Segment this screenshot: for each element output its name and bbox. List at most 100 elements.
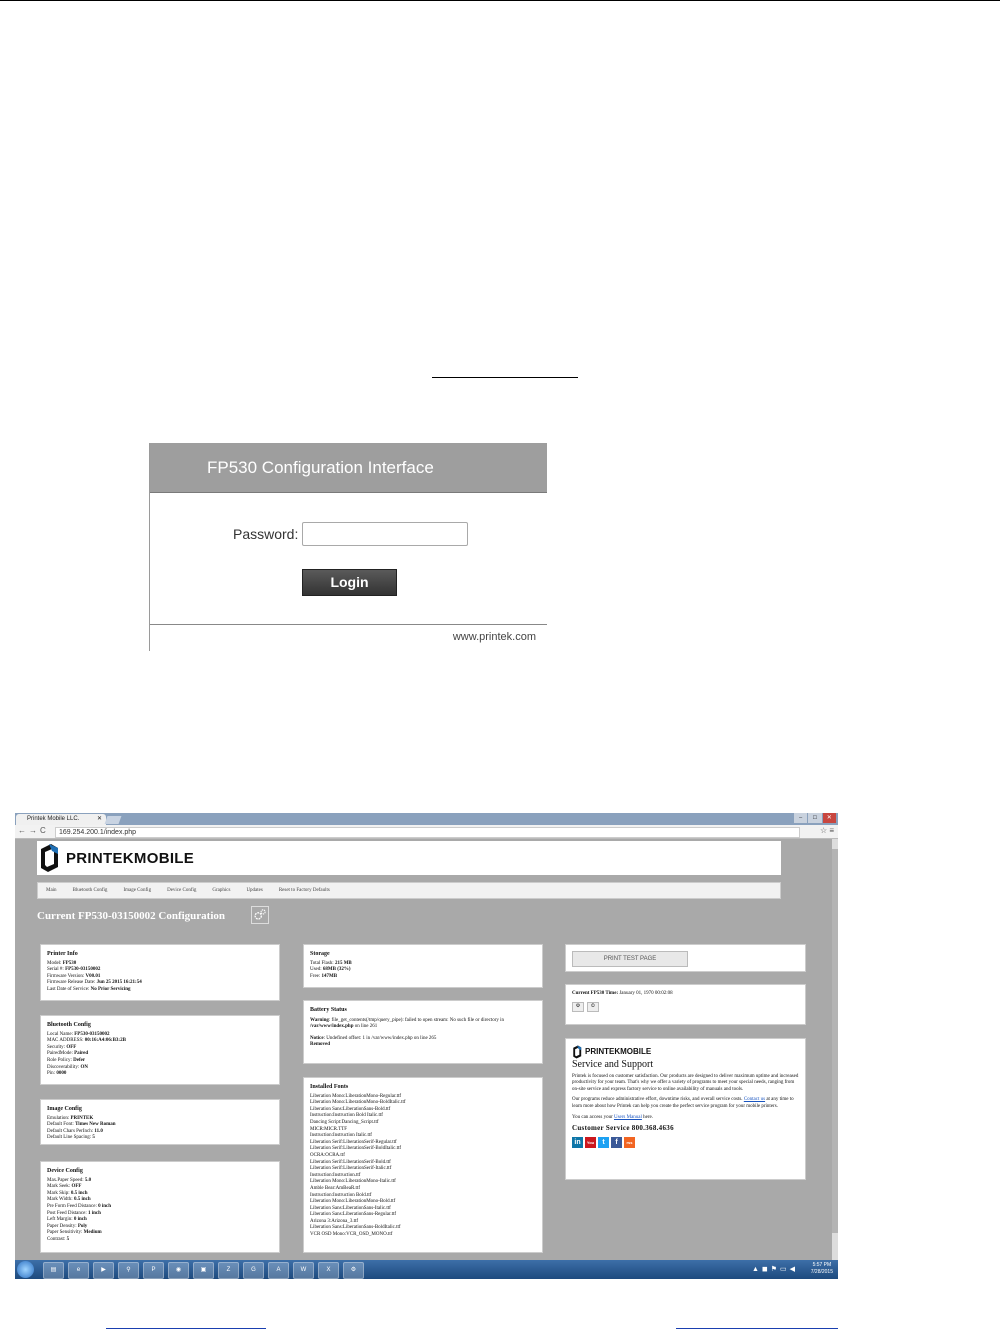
rss-icon[interactable]: rss (624, 1136, 635, 1148)
taskbar-apps: ▤ e ▶ ⚲ P ◉ ▣ Z G A W X ⚙ (43, 1262, 364, 1279)
info-row: Security: OFF (47, 1044, 77, 1050)
menu-item-image-config[interactable]: Image Config (123, 888, 151, 893)
font-list-item: Arizona 3:Arizona_3.ttf (310, 1218, 359, 1224)
contact-us-link[interactable]: Contact us (744, 1097, 765, 1102)
folder-icon[interactable]: ▣ (193, 1262, 214, 1279)
tab-title: Printek Mobile LLC. (27, 816, 80, 822)
menu-item-bluetooth-config[interactable]: Bluetooth Config (73, 888, 108, 893)
settings-icon[interactable]: ⚙ (572, 1001, 584, 1012)
font-list-item: Liberation Mono:LiberationMono-Regular.t… (310, 1093, 402, 1099)
url-field[interactable]: 169.254.200.1/index.php (55, 827, 800, 838)
print-test-page-button[interactable]: PRINT TEST PAGE (572, 951, 688, 967)
password-label: Password: (233, 526, 299, 542)
footer-site: www.printek.com (452, 631, 536, 643)
info-row: Default Line Spacing: 5 (47, 1135, 95, 1141)
printek-logo-icon (573, 1045, 582, 1059)
time-buttons: ⚙ ⏲ (572, 1001, 799, 1012)
start-button[interactable] (17, 1261, 34, 1278)
printek-logo-icon (41, 844, 58, 872)
card-title: Battery Status (310, 1007, 347, 1013)
info-row: MAC ADDRESS: 00:16:A4:06:B3:2B (47, 1038, 126, 1044)
youtube-icon[interactable]: You (585, 1136, 596, 1148)
left-link-underline (106, 1328, 266, 1329)
window-close-icon[interactable]: ✕ (822, 813, 836, 823)
menu-item-updates[interactable]: Updates (246, 888, 262, 893)
logo-text: PRINTEKMOBILE (66, 850, 195, 867)
menu-item-reset[interactable]: Reset to Factory Defaults (279, 888, 330, 893)
nav-buttons[interactable]: ←→C (18, 826, 49, 835)
taskbar: ▤ e ▶ ⚲ P ◉ ▣ Z G A W X ⚙ ▲◼⚑▭◀ 5:57 PM … (15, 1260, 838, 1279)
info-row: Emulation: PRINTEK (47, 1115, 94, 1121)
search-icon[interactable]: ⚲ (118, 1262, 139, 1279)
ie-icon[interactable]: e (68, 1262, 89, 1279)
browser-screenshot: Printek Mobile LLC. ✕ – □ ✕ ←→C 169.254.… (15, 813, 838, 1279)
battery-notice: Notice: Undefined offset: 1 in /var/www/… (310, 1035, 437, 1041)
terminal-icon[interactable]: G (243, 1262, 264, 1279)
browser-tab[interactable]: Printek Mobile LLC. ✕ (16, 814, 106, 825)
new-tab-button[interactable] (104, 816, 122, 824)
password-input[interactable] (302, 522, 469, 546)
printer-info-card: Printer Info Model: FP530 Serial #: FP530… (40, 944, 280, 1001)
media-icon[interactable]: ▶ (93, 1262, 114, 1279)
info-row: Discoverability: ON (47, 1064, 88, 1070)
info-row: Role Policy: Defer (47, 1057, 86, 1063)
info-row: Contrast: 5 (47, 1236, 70, 1242)
battery-removed: Removed (310, 1042, 330, 1048)
social-links: in You t f rss (572, 1136, 799, 1148)
clock-icon[interactable]: ⏲ (587, 1001, 599, 1012)
info-row: Max.Paper Speed: 5.0 (47, 1177, 92, 1183)
menu-item-main[interactable]: Main (46, 888, 57, 893)
image-config-card: Image Config Emulation: PRINTEK Default F… (40, 1099, 280, 1145)
menu-item-graphics[interactable]: Graphics (212, 888, 230, 893)
acrobat-icon[interactable]: A (268, 1262, 289, 1279)
system-tray-icons[interactable]: ▲◼⚑▭◀ (752, 1265, 798, 1273)
scrollbar-thumb[interactable] (832, 849, 838, 1233)
font-list-item: Liberation Mono:LiberationMono-Italic.tt… (310, 1179, 396, 1185)
font-list-item: Liberation Sans:LiberationSans-Bold.ttf (310, 1106, 391, 1112)
web-page: PRINTEKMOBILE Main Bluetooth Config Imag… (37, 841, 832, 1265)
info-row: Total Flash: 215 MB (310, 960, 352, 966)
facebook-icon[interactable]: f (611, 1136, 622, 1148)
font-list-item: Liberation Mono:LiberationMono-Bold.ttf (310, 1199, 396, 1205)
menu-item-device-config[interactable]: Device Config (167, 888, 196, 893)
info-row: Post Feed Distance: 1 inch (47, 1210, 101, 1216)
font-list-item: Liberation Sans:LiberationSans-Regular.t… (310, 1212, 397, 1218)
users-manual-link[interactable]: Users Manual (614, 1115, 642, 1120)
excel-icon[interactable]: X (318, 1262, 339, 1279)
minimize-icon[interactable]: – (794, 813, 808, 823)
info-row: Mark Skip: 0.5 inch (47, 1190, 88, 1196)
test-page-card: PRINT TEST PAGE (565, 944, 806, 972)
maximize-icon[interactable]: □ (808, 813, 822, 823)
info-row: Mark Seek: OFF (47, 1184, 82, 1190)
info-row: Used: 68MB (32%) (310, 967, 351, 973)
close-icon[interactable]: ✕ (97, 814, 102, 825)
login-divider (150, 624, 547, 625)
info-row: Local Name: FP530-03150002 (47, 1031, 110, 1037)
chrome-icon[interactable]: ◉ (168, 1262, 189, 1279)
info-row: PairedMode: Paired (47, 1051, 89, 1057)
explorer-icon[interactable]: ▤ (43, 1262, 64, 1279)
font-list-item: Liberation Serif:LiberationSerif-BoldIta… (310, 1146, 402, 1152)
publisher-icon[interactable]: P (143, 1262, 164, 1279)
gear-icon[interactable] (251, 906, 269, 924)
customer-service-phone: Customer Service 800.368.4636 (572, 1124, 674, 1133)
twitter-icon[interactable]: t (598, 1136, 609, 1148)
word-icon[interactable]: W (293, 1262, 314, 1279)
filezilla-icon[interactable]: Z (218, 1262, 239, 1279)
main-menu: Main Bluetooth Config Image Config Devic… (37, 882, 781, 899)
service-paragraph-1: Printek is focused on customer satisfact… (572, 1073, 799, 1092)
page-title: Current FP530-03150002 Configuration (37, 910, 226, 922)
app-icon[interactable]: ⚙ (343, 1262, 364, 1279)
menu-icon[interactable]: ☆ ≡ (820, 826, 834, 835)
linkedin-icon[interactable]: in (572, 1136, 583, 1148)
font-list-item: Liberation Sans:LiberationSans-Italic.tt… (310, 1205, 391, 1211)
font-list-item: Liberation Mono:LiberationMono-BoldItali… (310, 1100, 406, 1106)
login-button[interactable]: Login (302, 569, 397, 596)
device-config-card: Device Config Max.Paper Speed: 5.0 Mark S… (40, 1161, 280, 1253)
service-logo-text: PRINTEKMOBILE (585, 1046, 652, 1056)
font-list-item: Instruction:Instruction Bold Italic.ttf (310, 1113, 383, 1119)
info-row: Default Chars PerInch: 11.0 (47, 1128, 103, 1134)
taskbar-clock[interactable]: 5:57 PM 7/28/2015 (811, 1262, 833, 1276)
service-paragraph-2: Our programs reduce administrative effor… (572, 1097, 794, 1109)
top-rule (0, 0, 1000, 1)
